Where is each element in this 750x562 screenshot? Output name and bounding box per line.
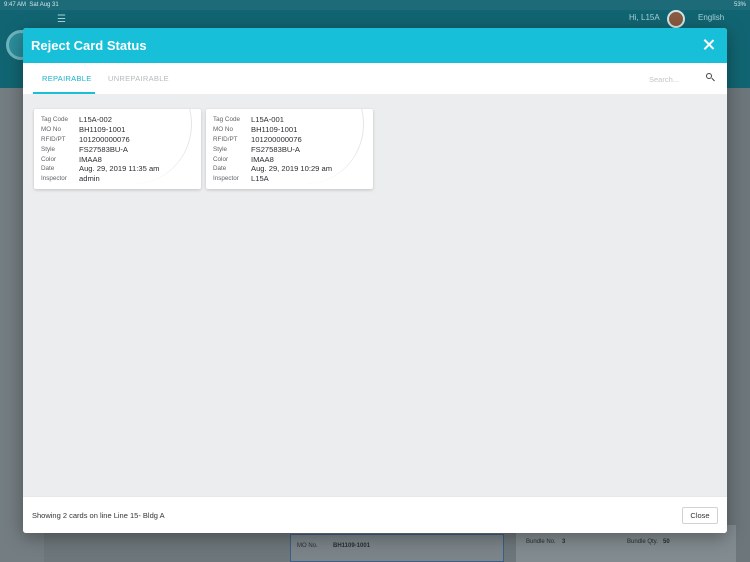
inspector-value: L15A [251, 174, 269, 184]
language-selector[interactable]: English [698, 13, 724, 22]
style-value: FS27583BU-A [79, 144, 128, 154]
tag-code-value: L15A-001 [251, 115, 284, 124]
date-value: Aug. 29, 2019 10:29 am [251, 164, 333, 174]
reject-card-status-modal: Reject Card Status REPAIRABLE UNREPAIRAB… [23, 28, 727, 533]
user-greeting: Hi, L15A [629, 13, 660, 22]
date-label: Date [41, 165, 55, 173]
close-button[interactable]: Close [682, 507, 718, 524]
style-value: FS27583BU-A [251, 144, 300, 154]
tag-code-value: L15A-002 [79, 115, 112, 124]
tabs-bar: REPAIRABLE UNREPAIRABLE [23, 63, 727, 95]
active-tab-indicator [33, 92, 95, 94]
bg-bundle-label: Bundle No. [526, 539, 556, 545]
style-label: Style [213, 145, 227, 153]
reject-card[interactable]: Tag Code L15A-002 MO No BH1109-1001 RFID/P… [34, 109, 201, 189]
status-date: Sat Aug 31 [29, 2, 59, 8]
mo-no-value: BH1109-1001 [79, 124, 126, 134]
tag-code-label: Tag Code [213, 116, 240, 123]
color-label: Color [41, 155, 57, 163]
inspector-label: Inspector [213, 175, 239, 183]
tab-unrepairable[interactable]: UNREPAIRABLE [108, 74, 169, 83]
style-label: Style [41, 145, 55, 153]
color-label: Color [213, 155, 229, 163]
mo-no-label: MO No [213, 125, 233, 133]
cards-count-text: Showing 2 cards on line Line 15- Bldg A [32, 511, 165, 520]
search-icon[interactable] [706, 73, 716, 83]
close-icon[interactable] [701, 37, 717, 53]
status-time: 9:47 AM [4, 2, 27, 8]
bg-mo-label: MO No. [297, 543, 318, 549]
rfid-value: 101200000076 [251, 134, 302, 144]
inspector-value: admin [79, 174, 100, 184]
reject-card[interactable]: Tag Code L15A-001 MO No BH1109-1001 RFID/P… [206, 109, 373, 189]
search-input[interactable] [649, 71, 703, 87]
modal-title: Reject Card Status [31, 38, 147, 53]
mo-no-value: BH1109-1001 [251, 124, 298, 134]
search-box [649, 71, 717, 87]
battery-level: 53% [733, 2, 746, 8]
bg-mo-value: BH1109-1001 [333, 543, 371, 549]
modal-header: Reject Card Status [23, 28, 727, 63]
inspector-label: Inspector [41, 175, 67, 183]
rfid-label: RFID/PT [41, 135, 66, 143]
hamburger-icon[interactable]: ☰ [57, 14, 66, 25]
mo-no-label: MO No [41, 125, 61, 133]
date-value: Aug. 29, 2019 11:35 am [79, 164, 160, 174]
tag-code-label: Tag Code [41, 116, 68, 123]
bg-bundle-qty-label: Bundle Qty. [627, 539, 658, 545]
bg-bundle-qty-value: 50 [663, 539, 670, 545]
color-value: IMAA8 [251, 154, 274, 164]
status-bar: 9:47 AM Sat Aug 31 53% [0, 0, 750, 10]
color-value: IMAA8 [79, 154, 102, 164]
tab-repairable[interactable]: REPAIRABLE [42, 74, 92, 83]
rfid-label: RFID/PT [213, 135, 238, 143]
date-label: Date [213, 165, 227, 173]
avatar[interactable] [667, 10, 685, 28]
modal-footer: Showing 2 cards on line Line 15- Bldg A … [23, 496, 727, 533]
rfid-value: 101200000076 [79, 134, 130, 144]
background-mo-panel: MO No. BH1109-1001 [290, 534, 504, 562]
cards-container: Tag Code L15A-002 MO No BH1109-1001 RFID/P… [23, 95, 727, 496]
bg-bundle-value: 3 [562, 539, 566, 545]
